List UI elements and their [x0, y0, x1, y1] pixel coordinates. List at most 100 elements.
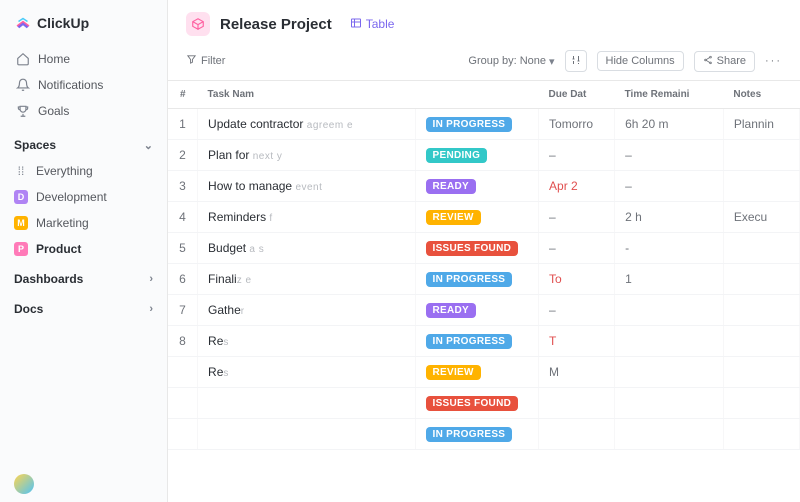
cell-status[interactable]: REVIEW [415, 357, 539, 388]
bell-icon [16, 78, 30, 92]
table-row[interactable]: IN PROGRESS [168, 419, 800, 450]
cell-task-name[interactable]: Update contractor agreem e [198, 109, 415, 140]
col-notes[interactable]: Notes [723, 81, 799, 109]
group-by-label: Group by: [468, 55, 516, 67]
col-status[interactable] [415, 81, 539, 109]
table-scroll[interactable]: # Task Nam Due Dat Time Remaini Notes 1U… [168, 81, 800, 502]
nav-notifications[interactable]: Notifications [6, 72, 161, 98]
cell-due-date[interactable]: Tomorro [539, 109, 615, 140]
col-task-name[interactable]: Task Nam [198, 81, 415, 109]
cell-time-remaining[interactable]: - [615, 233, 724, 264]
cell-time-remaining[interactable]: – [615, 171, 724, 202]
cell-status[interactable]: PENDING [415, 140, 539, 171]
cell-time-remaining[interactable]: 1 [615, 264, 724, 295]
spaces-header[interactable]: Spaces ⌄ [0, 128, 167, 158]
brand-logo[interactable]: ClickUp [0, 0, 167, 42]
cell-index [168, 388, 198, 419]
share-button[interactable]: Share [694, 51, 755, 72]
cell-status[interactable]: READY [415, 171, 539, 202]
cell-time-remaining[interactable] [615, 357, 724, 388]
cell-notes[interactable] [723, 388, 799, 419]
more-menu-button[interactable]: ··· [765, 55, 782, 67]
cell-notes[interactable] [723, 357, 799, 388]
col-index[interactable]: # [168, 81, 198, 109]
nav-goals[interactable]: Goals [6, 98, 161, 124]
table-row[interactable]: 1Update contractor agreem eIN PROGRESSTo… [168, 109, 800, 140]
cell-due-date[interactable] [539, 388, 615, 419]
cell-time-remaining[interactable]: 2 h [615, 202, 724, 233]
cell-notes[interactable] [723, 233, 799, 264]
space-everything[interactable]: ⁞⁞ Everything [0, 158, 167, 184]
table-row[interactable]: 2Plan for next yPENDING–– [168, 140, 800, 171]
cell-notes[interactable] [723, 326, 799, 357]
view-tab-table[interactable]: Table [342, 14, 403, 35]
cell-notes[interactable] [723, 171, 799, 202]
cell-due-date[interactable]: – [539, 202, 615, 233]
cell-task-name[interactable]: Reminders f [198, 202, 415, 233]
cell-due-date[interactable]: T [539, 326, 615, 357]
table-row[interactable]: 6Finaliz eIN PROGRESSTo1 [168, 264, 800, 295]
cell-task-name[interactable] [198, 388, 415, 419]
table-row[interactable]: 7GatherREADY– [168, 295, 800, 326]
cell-status[interactable]: IN PROGRESS [415, 326, 539, 357]
cell-task-name[interactable]: How to manage event [198, 171, 415, 202]
cell-task-name[interactable]: Plan for next y [198, 140, 415, 171]
cell-status[interactable]: IN PROGRESS [415, 419, 539, 450]
space-item-product[interactable]: PProduct [0, 236, 167, 262]
nav-home[interactable]: Home [6, 46, 161, 72]
table-row[interactable]: ISSUES FOUND [168, 388, 800, 419]
cell-task-name[interactable]: Gather [198, 295, 415, 326]
cell-notes[interactable]: Plannin [723, 109, 799, 140]
cell-status[interactable]: READY [415, 295, 539, 326]
cell-status[interactable]: IN PROGRESS [415, 264, 539, 295]
cell-task-name[interactable]: Res [198, 326, 415, 357]
cell-notes[interactable] [723, 295, 799, 326]
status-badge: READY [426, 179, 477, 194]
table-row[interactable]: 4Reminders fREVIEW–2 hExecu [168, 202, 800, 233]
settings-button[interactable] [565, 50, 587, 72]
cell-task-name[interactable]: Finaliz e [198, 264, 415, 295]
docs-header[interactable]: Docs › [0, 292, 167, 322]
cell-time-remaining[interactable] [615, 326, 724, 357]
cell-notes[interactable] [723, 264, 799, 295]
cell-status[interactable]: REVIEW [415, 202, 539, 233]
hide-columns-button[interactable]: Hide Columns [597, 51, 684, 71]
cell-due-date[interactable]: To [539, 264, 615, 295]
cell-task-name[interactable]: Res [198, 357, 415, 388]
cell-due-date[interactable]: M [539, 357, 615, 388]
avatar[interactable] [14, 474, 34, 494]
table-row[interactable]: 5Budget a sISSUES FOUND–- [168, 233, 800, 264]
group-by-selector[interactable]: Group by: None ▾ [468, 55, 554, 68]
cell-task-name[interactable] [198, 419, 415, 450]
cell-index: 8 [168, 326, 198, 357]
cell-status[interactable]: ISSUES FOUND [415, 233, 539, 264]
cell-status[interactable]: IN PROGRESS [415, 109, 539, 140]
cell-notes[interactable]: Execu [723, 202, 799, 233]
cell-index: 1 [168, 109, 198, 140]
space-item-label: Marketing [36, 216, 89, 230]
cell-status[interactable]: ISSUES FOUND [415, 388, 539, 419]
col-time-remaining[interactable]: Time Remaini [615, 81, 724, 109]
cell-task-name[interactable]: Budget a s [198, 233, 415, 264]
cell-time-remaining[interactable] [615, 388, 724, 419]
cell-time-remaining[interactable] [615, 419, 724, 450]
cell-time-remaining[interactable]: 6h 20 m [615, 109, 724, 140]
table-header-row: # Task Nam Due Dat Time Remaini Notes [168, 81, 800, 109]
space-item-marketing[interactable]: MMarketing [0, 210, 167, 236]
cell-notes[interactable] [723, 419, 799, 450]
col-due-date[interactable]: Due Dat [539, 81, 615, 109]
cell-time-remaining[interactable] [615, 295, 724, 326]
cell-due-date[interactable]: – [539, 295, 615, 326]
dashboards-header[interactable]: Dashboards › [0, 262, 167, 292]
table-row[interactable]: 3How to manage eventREADYApr 2– [168, 171, 800, 202]
cell-time-remaining[interactable]: – [615, 140, 724, 171]
space-item-development[interactable]: DDevelopment [0, 184, 167, 210]
cell-due-date[interactable]: Apr 2 [539, 171, 615, 202]
filter-button[interactable]: Filter [186, 54, 225, 68]
cell-due-date[interactable]: – [539, 233, 615, 264]
table-row[interactable]: ResREVIEWM [168, 357, 800, 388]
cell-due-date[interactable] [539, 419, 615, 450]
table-row[interactable]: 8ResIN PROGRESST [168, 326, 800, 357]
cell-notes[interactable] [723, 140, 799, 171]
cell-due-date[interactable]: – [539, 140, 615, 171]
